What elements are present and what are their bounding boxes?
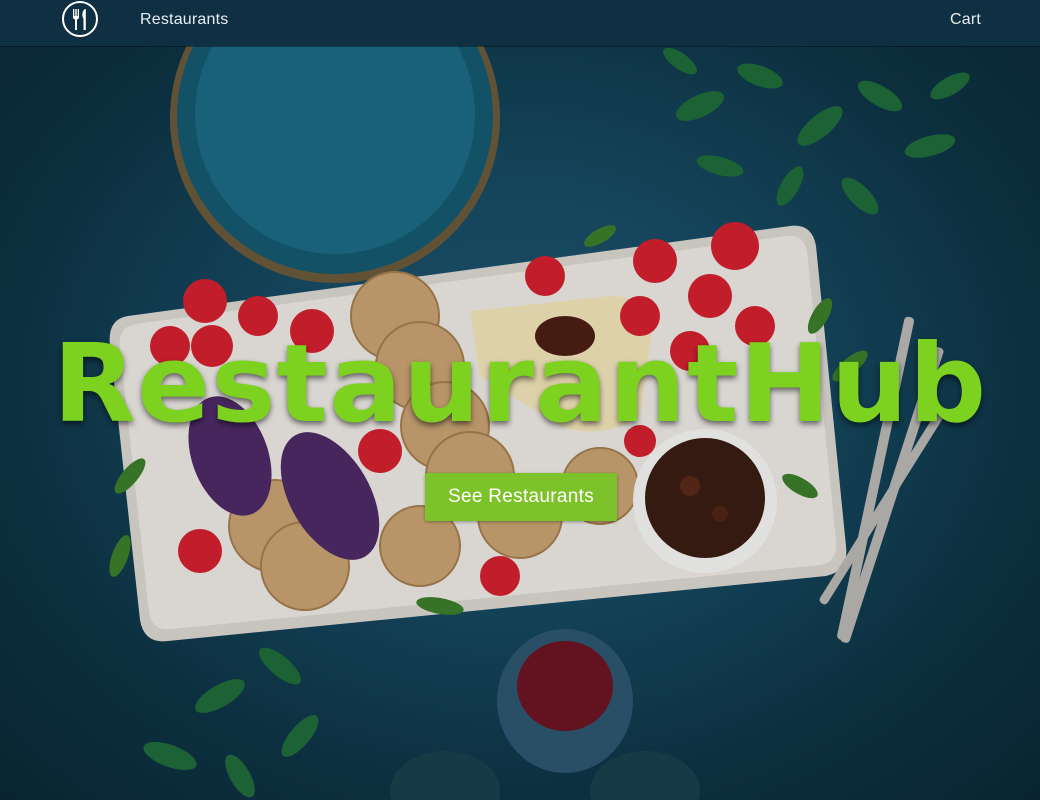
- hero-title: RestaurantHub: [52, 322, 988, 447]
- navbar: Restaurants Cart: [0, 0, 1040, 46]
- fork-knife-plate-icon[interactable]: [61, 0, 99, 38]
- hero-section: RestaurantHub See Restaurants: [0, 46, 1040, 800]
- nav-link-restaurants[interactable]: Restaurants: [140, 11, 228, 29]
- nav-link-cart[interactable]: Cart: [950, 11, 981, 29]
- see-restaurants-button[interactable]: See Restaurants: [425, 473, 617, 521]
- page: Restaurants Cart RestaurantHub See Resta…: [0, 0, 1040, 800]
